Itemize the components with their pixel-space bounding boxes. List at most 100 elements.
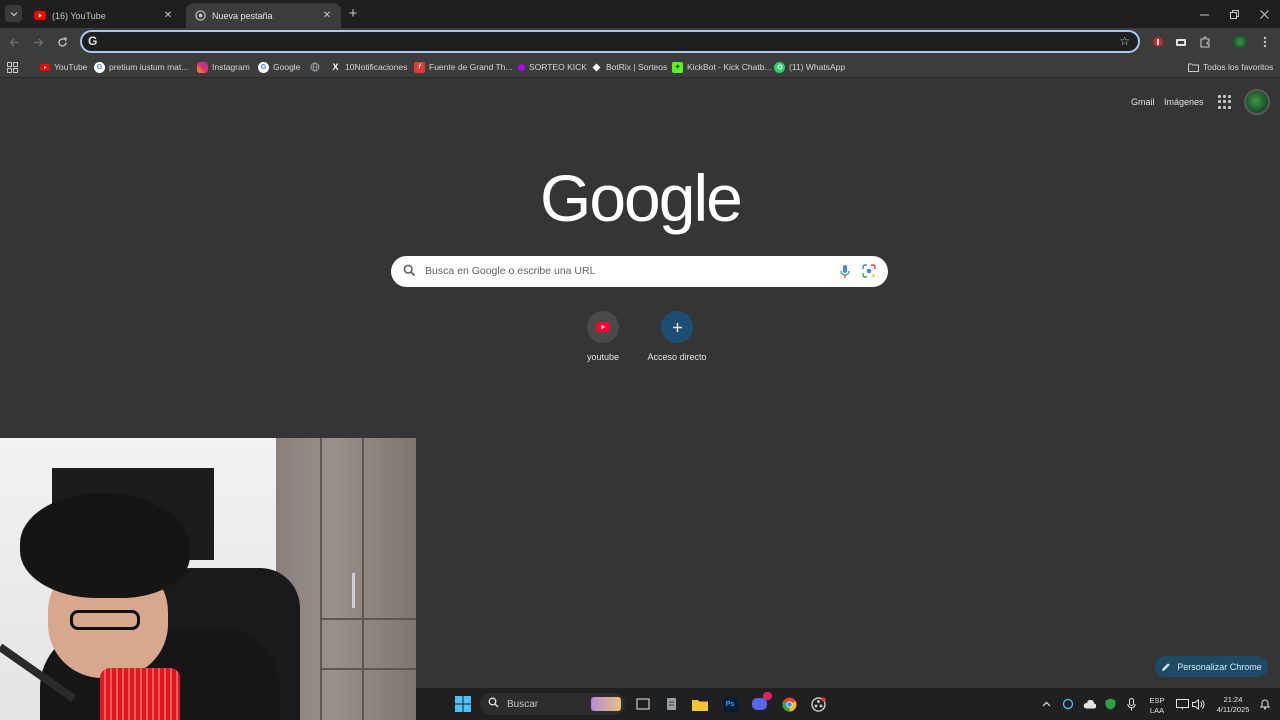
reload-icon (57, 36, 67, 47)
extension-button[interactable] (1172, 33, 1190, 51)
bookmark-instagram[interactable]: Instagram (197, 59, 250, 75)
taskbar-app-obs[interactable] (809, 695, 827, 713)
card-extension-icon (1176, 39, 1186, 46)
youtube-icon (34, 10, 46, 22)
bookmark-fuente-gta[interactable]: f Fuente de Grand Th... (414, 59, 512, 75)
taskbar-app-file-explorer[interactable] (691, 695, 709, 713)
tab-close-icon[interactable]: ✕ (321, 10, 333, 22)
address-input[interactable] (106, 33, 1106, 50)
chrome-menu-button[interactable] (1256, 33, 1274, 51)
task-view-button[interactable] (634, 695, 652, 713)
chevron-up-icon (1042, 701, 1050, 707)
chevron-down-icon (10, 11, 17, 16)
bookmark-label: Instagram (212, 62, 250, 72)
tab-search-button[interactable] (5, 5, 22, 22)
taskbar-app-notepad[interactable] (662, 695, 680, 713)
account-avatar[interactable] (1244, 89, 1270, 115)
google-lens-icon[interactable] (862, 264, 876, 278)
tab-label: (16) YouTube (52, 10, 106, 21)
google-icon: G (258, 61, 269, 73)
forward-button[interactable] (29, 33, 47, 51)
bookmark-youtube[interactable]: YouTube (39, 59, 87, 75)
tab-close-icon[interactable]: ✕ (162, 10, 174, 22)
show-hidden-icons-button[interactable] (1037, 695, 1055, 713)
bookmark-globe[interactable] (309, 59, 324, 75)
tab-strip: (16) YouTube ✕ Nueva pestaña ✕ + (0, 0, 1280, 28)
windows-logo-icon (455, 696, 471, 712)
obs-icon (810, 696, 826, 712)
new-tab-button[interactable]: + (344, 5, 362, 23)
clock[interactable]: 21:24 4/11/2025 (1209, 695, 1257, 715)
chrome-icon (781, 696, 797, 712)
tab-youtube[interactable]: (16) YouTube ✕ (26, 3, 182, 28)
bookmark-label: KickBot - Kick Chatb... (687, 62, 772, 72)
tray-defender-icon[interactable] (1101, 695, 1119, 713)
address-bar[interactable]: G ☆ (80, 30, 1140, 53)
bookmark-label: YouTube (54, 62, 88, 72)
minimize-button[interactable] (1188, 0, 1220, 28)
bookmark-botrix[interactable]: BotRix | Sorteos (591, 59, 667, 75)
profile-button[interactable] (1231, 33, 1249, 51)
gmail-link[interactable]: Gmail (1131, 97, 1155, 107)
shortcut-add[interactable]: Acceso directo (637, 311, 717, 371)
google-apps-icon[interactable] (1218, 95, 1232, 109)
arrow-left-icon (9, 38, 19, 46)
taskbar-search[interactable]: Buscar (480, 693, 625, 715)
tray-microphone-icon[interactable] (1122, 695, 1140, 713)
photoshop-icon: Ps (722, 696, 738, 712)
bookmark-whatsapp[interactable]: (11) WhatsApp (774, 59, 845, 75)
extension-button[interactable] (1149, 33, 1167, 51)
tray-onedrive-icon[interactable] (1080, 695, 1098, 713)
images-link[interactable]: Imágenes (1164, 97, 1204, 107)
bookmark-kickbot[interactable]: ✦ KickBot - Kick Chatb... (672, 59, 772, 75)
microphone-icon[interactable] (839, 264, 851, 279)
input-language-indicator[interactable]: ESP LAA (1146, 696, 1168, 716)
ntp-search-input[interactable] (425, 262, 815, 280)
kick-icon (518, 63, 525, 71)
bookmark-label: Google (273, 62, 301, 72)
back-button[interactable] (5, 33, 23, 51)
discord-icon (751, 692, 772, 710)
screen: (16) YouTube ✕ Nueva pestaña ✕ + G ☆ You… (0, 0, 1280, 720)
restore-icon (1229, 9, 1239, 19)
search-icon (488, 697, 499, 711)
pencil-icon (1162, 662, 1170, 671)
extensions-menu-button[interactable] (1196, 33, 1214, 51)
bookmark-star-icon[interactable]: ☆ (1119, 34, 1130, 48)
folder-icon (692, 699, 708, 711)
shortcut-label: youtube (586, 352, 620, 362)
ntp-search-box[interactable] (391, 256, 888, 287)
taskbar-search-label: Buscar (507, 698, 539, 710)
taskbar-app-chrome[interactable] (780, 695, 798, 713)
google-icon: G (94, 61, 105, 73)
bookmark-google[interactable]: G Google (258, 59, 300, 75)
customize-chrome-button[interactable]: Personalizar Chrome (1155, 656, 1268, 677)
browser-toolbar: G ☆ (0, 28, 1280, 56)
all-bookmarks-button[interactable]: Todos los favoritos (1188, 59, 1273, 75)
kickbot-icon: ✦ (672, 61, 683, 73)
bookmark-label: BotRix | Sorteos (606, 62, 668, 72)
shortcut-label: Acceso directo (647, 352, 707, 362)
search-icon (403, 264, 416, 277)
taskbar-app-discord[interactable] (750, 692, 772, 713)
restore-button[interactable] (1218, 0, 1250, 28)
close-window-button[interactable] (1248, 0, 1280, 28)
google-logo: Google (540, 161, 743, 235)
keyboard-layout-code: LAA (1149, 706, 1165, 715)
tray-volume-icon[interactable] (1189, 695, 1207, 713)
close-icon (1259, 9, 1269, 19)
tray-sync-icon[interactable] (1059, 695, 1077, 713)
plus-icon (661, 311, 693, 343)
bookmark-sorteo-kick[interactable]: SORTEO KICK (518, 59, 587, 75)
shortcut-youtube[interactable]: youtube (563, 311, 643, 371)
notifications-button[interactable] (1256, 695, 1274, 713)
taskbar-app-photoshop[interactable]: Ps (721, 695, 739, 713)
tab-new-tab[interactable]: Nueva pestaña ✕ (186, 3, 341, 28)
apps-shortcut[interactable] (7, 59, 18, 75)
network-icon (1175, 698, 1189, 709)
reload-button[interactable] (53, 33, 71, 51)
cloud-icon (1083, 699, 1096, 708)
start-button[interactable] (454, 695, 472, 713)
bookmark-pretium[interactable]: G pretium iustum mat... (94, 59, 188, 75)
bookmark-10notificaciones[interactable]: X 10Notificaciones (330, 59, 407, 75)
